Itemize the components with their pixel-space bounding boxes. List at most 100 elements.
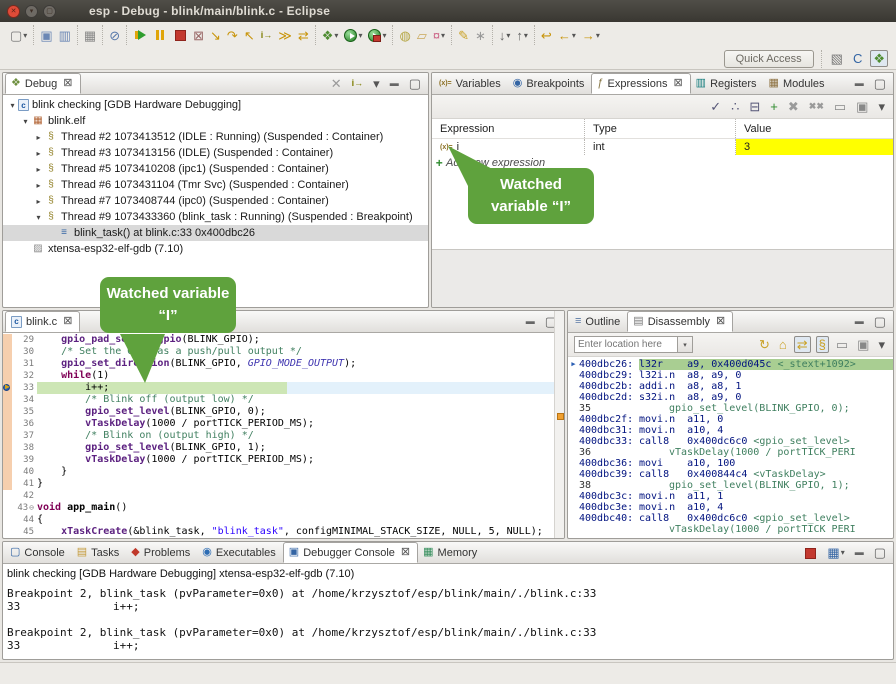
- pin-view-button[interactable]: ▣: [855, 337, 871, 352]
- display-selected-console-button[interactable]: ▦▾: [825, 545, 846, 560]
- column-header-expression[interactable]: Expression: [432, 119, 585, 138]
- maximize-button[interactable]: ▢: [407, 76, 423, 91]
- cpp-perspective-button[interactable]: C: [851, 51, 864, 66]
- back-button[interactable]: ←▾: [556, 28, 578, 43]
- twistie-icon[interactable]: ▸: [33, 133, 44, 142]
- close-tab-icon[interactable]: ⊠: [716, 316, 725, 327]
- maximize-button[interactable]: ▢: [872, 545, 888, 560]
- editor-line[interactable]: 37 /* Blink on (output high) */: [3, 430, 564, 442]
- tab-console[interactable]: ▢Console: [5, 542, 72, 563]
- column-header-type[interactable]: Type: [585, 119, 736, 138]
- disassembly-line[interactable]: vTaskDelay(1000 / portTICK PERI: [568, 524, 893, 535]
- show-source-button[interactable]: §: [816, 336, 829, 353]
- step-filters-button[interactable]: ≫: [276, 28, 294, 43]
- location-dropdown-icon[interactable]: ▾: [678, 336, 693, 353]
- tab-modules[interactable]: ▦Modules: [764, 73, 832, 94]
- minimize-button[interactable]: ▬: [524, 316, 537, 327]
- editor-line[interactable]: ▶33 i++;: [3, 382, 564, 394]
- dropdown-arrow-icon[interactable]: ▾: [524, 31, 528, 40]
- tab-memory[interactable]: ▦Memory: [418, 542, 484, 563]
- tab-problems[interactable]: ◆Problems: [126, 542, 197, 563]
- debug-tree-row[interactable]: ▸§Thread #6 1073431104 (Tmr Svc) (Suspen…: [3, 177, 428, 193]
- debug-tree-row[interactable]: ▸§Thread #3 1073413156 (IDLE) (Suspended…: [3, 145, 428, 161]
- run-button[interactable]: ▾: [342, 28, 364, 43]
- editor-line[interactable]: 39 vTaskDelay(1000 / portTICK_PERIOD_MS)…: [3, 454, 564, 466]
- close-tab-icon[interactable]: ⊠: [401, 547, 410, 558]
- minimize-button[interactable]: ▾: [25, 5, 38, 18]
- tab-debugger-console[interactable]: ▣Debugger Console⊠: [283, 542, 418, 563]
- tab-disassembly[interactable]: ▤Disassembly⊠: [627, 311, 733, 332]
- resume-button[interactable]: [131, 27, 149, 43]
- add-expression-button[interactable]: +: [768, 99, 780, 114]
- dropdown-arrow-icon[interactable]: ▾: [572, 31, 576, 40]
- mark-occurrences-button[interactable]: ✎: [456, 28, 471, 43]
- home-button[interactable]: ⌂: [777, 337, 789, 352]
- debug-button[interactable]: ❖▾: [320, 28, 341, 43]
- maximize-button[interactable]: ▢: [872, 314, 888, 329]
- editor-line[interactable]: 40 }: [3, 466, 564, 478]
- twistie-icon[interactable]: ▾: [33, 213, 44, 222]
- dropdown-arrow-icon[interactable]: ▾: [506, 31, 510, 40]
- build-button[interactable]: ▦: [82, 28, 98, 43]
- step-into-button[interactable]: ↘: [208, 28, 223, 43]
- disassembly-line[interactable]: 400dbc40:call8 0x400dc6c0 <gpio_set_leve…: [568, 513, 893, 524]
- disassembly-line[interactable]: 400dbc33:call8 0x400dc6c0 <gpio_set_leve…: [568, 436, 893, 447]
- editor-line[interactable]: 44{: [3, 514, 564, 526]
- sync-with-stepping-button[interactable]: ⇄: [794, 336, 811, 353]
- disassembly-line[interactable]: 400dbc2f:movi.n a11, 0: [568, 414, 893, 425]
- dropdown-arrow-icon[interactable]: ▾: [334, 31, 338, 40]
- debug-tree-row[interactable]: ≡blink_task() at blink.c:33 0x400dbc26: [3, 225, 428, 241]
- editor-line[interactable]: 30 /* Set the GPIO as a push/pull output…: [3, 346, 564, 358]
- editor-line[interactable]: 35 gpio_set_level(BLINK_GPIO, 0);: [3, 406, 564, 418]
- annotation-marker[interactable]: [557, 413, 564, 420]
- editor-line[interactable]: 43⊖void app_main(): [3, 502, 564, 514]
- close-tab-icon[interactable]: ⊠: [673, 78, 682, 89]
- collapse-all-button[interactable]: ⊟: [747, 99, 762, 114]
- dropdown-arrow-icon[interactable]: ▾: [596, 31, 600, 40]
- tab-executables[interactable]: ◉Executables: [197, 542, 283, 563]
- disassembly-line[interactable]: 400dbc31:movi.n a10, 4: [568, 425, 893, 436]
- pin-view-button[interactable]: ▣: [854, 99, 870, 114]
- dropdown-arrow-icon[interactable]: ▾: [23, 31, 27, 40]
- editor-line[interactable]: 38 gpio_set_level(BLINK_GPIO, 1);: [3, 442, 564, 454]
- dropdown-arrow-icon[interactable]: ▾: [841, 548, 845, 557]
- editor-line[interactable]: 29 gpio_pad_select_gpio(BLINK_GPIO);: [3, 334, 564, 346]
- twistie-icon[interactable]: ▾: [7, 101, 18, 110]
- terminate-console-button[interactable]: [801, 545, 819, 561]
- remove-expression-button[interactable]: ✖: [786, 99, 801, 114]
- tab-expressions[interactable]: ƒExpressions⊠: [591, 73, 690, 94]
- disconnect-button[interactable]: ⊠: [191, 28, 206, 43]
- step-return-button[interactable]: ↖: [242, 28, 257, 43]
- dropdown-arrow-icon[interactable]: ▾: [441, 31, 445, 40]
- restart-button[interactable]: ⇄: [296, 28, 311, 43]
- previous-annotation-button[interactable]: ↑▾: [514, 28, 530, 43]
- twistie-icon[interactable]: ▸: [33, 149, 44, 158]
- fold-marker-icon[interactable]: ⊖: [29, 503, 34, 512]
- dropdown-arrow-icon[interactable]: ▾: [382, 31, 386, 40]
- disassembly-listing[interactable]: ▶400dbc26:l32r a9, 0x400d045c <_stext+10…: [568, 357, 893, 535]
- editor-line[interactable]: 45 xTaskCreate(&blink_task, "blink_task"…: [3, 526, 564, 538]
- save-all-button[interactable]: ▥: [57, 28, 73, 43]
- editor-line[interactable]: 41}: [3, 478, 564, 490]
- disassembly-line[interactable]: 35gpio_set_level(BLINK_GPIO, 0);: [568, 403, 893, 414]
- type-hierarchy-button[interactable]: ∗: [473, 28, 488, 43]
- instruction-stepping-toggle[interactable]: i→: [350, 78, 366, 89]
- disassembly-line[interactable]: 400dbc39:call8 0x400844c4 <vTaskDelay>: [568, 469, 893, 480]
- debug-tree-row[interactable]: ▾§Thread #9 1073433360 (blink_task : Run…: [3, 209, 428, 225]
- tab-blink-c[interactable]: cblink.c⊠: [5, 311, 80, 332]
- disassembly-line[interactable]: 36vTaskDelay(1000 / portTICK_PERI: [568, 447, 893, 458]
- disassembly-line[interactable]: 400dbc3e:movi.n a10, 4: [568, 502, 893, 513]
- console-output[interactable]: Breakpoint 2, blink_task (pvParameter=0x…: [3, 582, 893, 652]
- external-tools-button[interactable]: ▾: [366, 28, 388, 43]
- overview-ruler[interactable]: [554, 311, 564, 538]
- instruction-stepping-button[interactable]: i→: [259, 30, 275, 41]
- twistie-icon[interactable]: ▸: [33, 165, 44, 174]
- open-resource-button[interactable]: ▱: [415, 28, 429, 43]
- suspend-button[interactable]: [151, 27, 169, 43]
- location-input[interactable]: [574, 336, 678, 353]
- minimize-button[interactable]: ▬: [853, 78, 866, 89]
- maximize-button[interactable]: ▢: [872, 76, 888, 91]
- last-edit-location-button[interactable]: ↩: [539, 28, 554, 43]
- debug-perspective-button[interactable]: ❖: [870, 50, 888, 67]
- twistie-icon[interactable]: ▸: [33, 181, 44, 190]
